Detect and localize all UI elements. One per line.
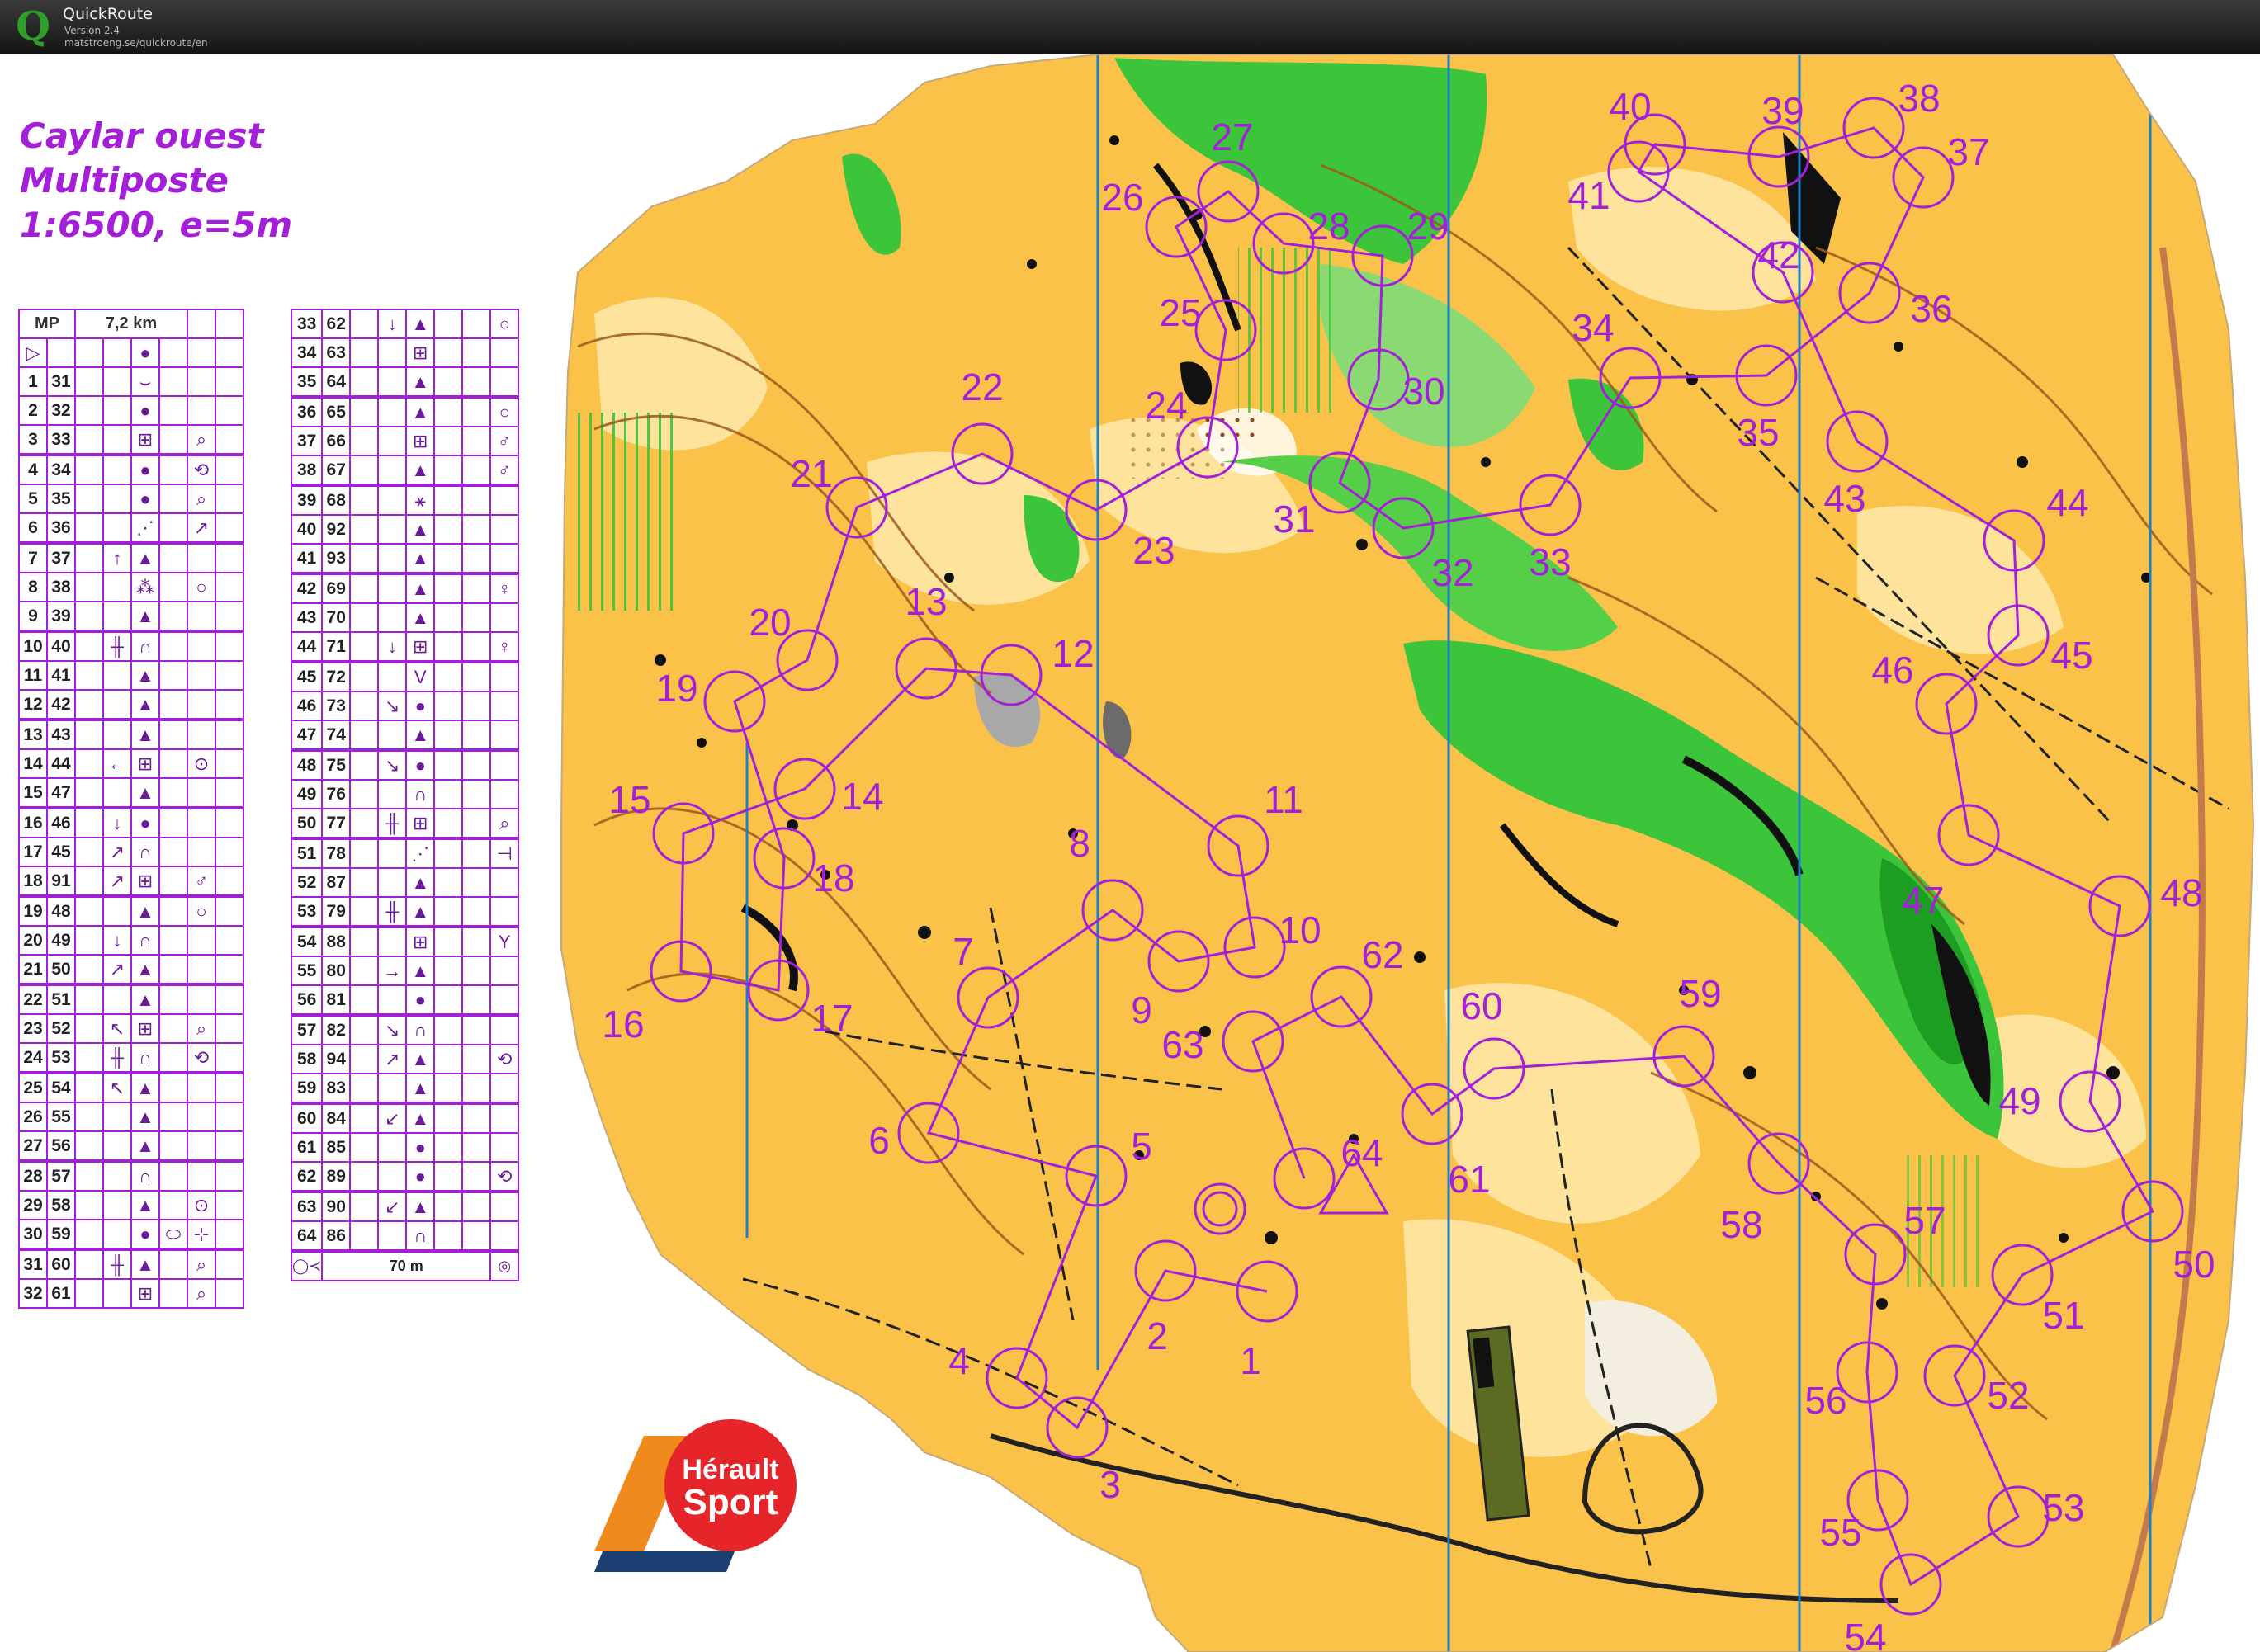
- control-number-53: 53: [2042, 1486, 2084, 1529]
- app-name: QuickRoute: [63, 5, 153, 23]
- control-number-49: 49: [1998, 1079, 2040, 1122]
- control-number-30: 30: [1402, 370, 1444, 413]
- control-number-64: 64: [1340, 1131, 1383, 1174]
- control-number-3: 3: [1099, 1463, 1121, 1506]
- control-number-50: 50: [2173, 1243, 2215, 1286]
- control-number-5: 5: [1131, 1125, 1152, 1168]
- control-number-9: 9: [1131, 989, 1152, 1031]
- control-number-41: 41: [1567, 174, 1610, 217]
- control-number-52: 52: [1987, 1374, 2029, 1417]
- control-number-27: 27: [1211, 116, 1253, 158]
- app-url[interactable]: matstroeng.se/quickroute/en: [64, 37, 208, 49]
- control-number-42: 42: [1757, 234, 1799, 276]
- control-number-37: 37: [1947, 130, 1989, 173]
- logo-blue-stripe: [594, 1551, 735, 1572]
- control-number-32: 32: [1431, 551, 1473, 594]
- control-number-31: 31: [1273, 498, 1315, 540]
- control-number-19: 19: [655, 667, 697, 710]
- control-number-56: 56: [1804, 1379, 1846, 1422]
- control-number-10: 10: [1279, 909, 1321, 951]
- control-number-58: 58: [1720, 1203, 1762, 1246]
- control-number-63: 63: [1161, 1023, 1203, 1066]
- control-number-26: 26: [1101, 176, 1143, 219]
- control-number-11: 11: [1264, 778, 1303, 821]
- control-number-54: 54: [1844, 1616, 1886, 1652]
- control-number-13: 13: [905, 580, 947, 623]
- control-number-12: 12: [1052, 632, 1094, 675]
- control-number-14: 14: [841, 775, 883, 818]
- control-number-33: 33: [1529, 540, 1571, 583]
- control-number-46: 46: [1871, 649, 1913, 691]
- control-number-47: 47: [1902, 879, 1944, 922]
- logo-text-line-1: Hérault: [682, 1454, 778, 1485]
- control-number-21: 21: [790, 452, 832, 495]
- control-number-24: 24: [1145, 384, 1187, 427]
- control-number-38: 38: [1898, 77, 1940, 120]
- control-number-4: 4: [948, 1339, 970, 1382]
- control-number-57: 57: [1903, 1199, 1946, 1242]
- control-number-17: 17: [811, 997, 853, 1040]
- control-number-8: 8: [1069, 822, 1090, 865]
- control-number-40: 40: [1609, 85, 1651, 128]
- control-number-55: 55: [1819, 1511, 1861, 1554]
- app-version: Version 2.4: [64, 25, 121, 36]
- logo-text-line-2: Sport: [683, 1482, 778, 1522]
- window-title-bar: Q QuickRoute Version 2.4 matstroeng.se/q…: [0, 0, 2260, 54]
- herault-sport-logo: Hérault Sport: [594, 1419, 797, 1572]
- control-number-20: 20: [749, 601, 791, 644]
- control-number-18: 18: [812, 857, 854, 899]
- control-number-35: 35: [1737, 411, 1779, 454]
- control-number-45: 45: [2050, 634, 2092, 677]
- control-number-16: 16: [602, 1003, 644, 1045]
- control-number-44: 44: [2046, 481, 2088, 524]
- control-number-59: 59: [1679, 972, 1721, 1015]
- control-number-39: 39: [1761, 89, 1804, 132]
- control-number-29: 29: [1407, 205, 1449, 248]
- control-number-48: 48: [2160, 871, 2202, 914]
- control-number-6: 6: [868, 1119, 890, 1162]
- control-number-62: 62: [1361, 933, 1403, 976]
- control-number-36: 36: [1910, 287, 1952, 330]
- orienteering-map[interactable]: 12345678910111213141516 17181920212223242…: [0, 54, 2260, 1652]
- app-logo-icon: Q: [16, 3, 50, 50]
- control-number-60: 60: [1460, 984, 1502, 1027]
- control-number-22: 22: [961, 366, 1003, 408]
- control-number-51: 51: [2042, 1294, 2084, 1337]
- control-number-7: 7: [953, 930, 974, 973]
- control-number-34: 34: [1572, 306, 1614, 349]
- control-number-61: 61: [1448, 1158, 1490, 1201]
- control-number-1: 1: [1240, 1339, 1261, 1382]
- control-number-28: 28: [1307, 205, 1350, 248]
- control-number-25: 25: [1159, 291, 1201, 334]
- control-number-23: 23: [1132, 529, 1175, 572]
- control-number-15: 15: [608, 778, 650, 821]
- control-number-43: 43: [1823, 477, 1865, 520]
- control-number-2: 2: [1147, 1315, 1168, 1357]
